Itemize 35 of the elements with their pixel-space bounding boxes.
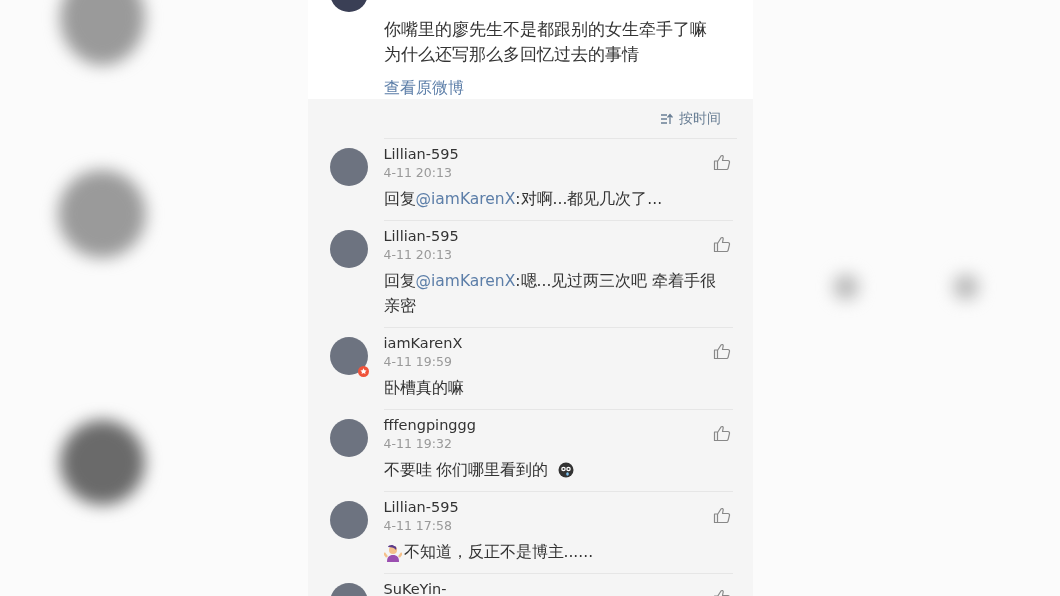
avatar[interactable] [329,230,368,268]
comment-text: 回复@iamKarenX:嗯...见过两三次吧 牵着手很亲密 [383,271,718,317]
comment-text: 卧槽真的嘛 [383,378,465,399]
comment-time: 4-11 19:59 [383,353,453,371]
username[interactable]: Lillian-595 [383,498,459,517]
blurred-background-drawing [832,274,859,300]
thumbs-up-icon[interactable] [712,236,731,253]
mention-link[interactable]: @iamKarenX [415,272,516,290]
username[interactable]: SuKeYin- [383,580,447,596]
username[interactable]: fffengpinggg [383,416,476,435]
sort-button[interactable]: 按时间 [659,109,721,129]
avatar[interactable] [329,501,368,539]
comment-time: 4-11 20:13 [383,164,453,182]
mention-link[interactable]: @iamKarenX [415,190,516,208]
username[interactable]: Lillian-595 [383,227,459,246]
avatar[interactable] [329,419,368,457]
comment-text: 不知道，反正不是博主...... [403,542,595,563]
thumbs-up-icon[interactable] [712,507,731,524]
comment-text: 回复@iamKarenX:对啊...都见几次了... [383,189,664,210]
view-original-link[interactable]: 查看原微博 [383,78,464,99]
blurred-background-drawing [952,274,979,300]
avatar[interactable] [329,148,368,186]
avatar[interactable] [329,337,368,375]
username[interactable]: Lillian-595 [383,145,459,164]
sort-icon [659,113,674,125]
thumbs-up-icon[interactable] [712,425,731,442]
comment-time: 4-11 19:32 [383,435,453,453]
post-text: 你嘴里的廖先生不是都跟别的女生牵手了嘛 [383,19,708,41]
thumbs-up-icon[interactable] [712,154,731,171]
comment-time: 4-11 17:58 [383,517,453,535]
username[interactable]: iamKarenX [383,334,463,353]
comment-text: 不要哇 你们哪里看到的 [383,460,550,481]
post-text: 为什么还写那么多回忆过去的事情 [383,44,640,66]
comment-time: 4-11 20:13 [383,246,453,264]
thumbs-up-icon[interactable] [712,343,731,360]
